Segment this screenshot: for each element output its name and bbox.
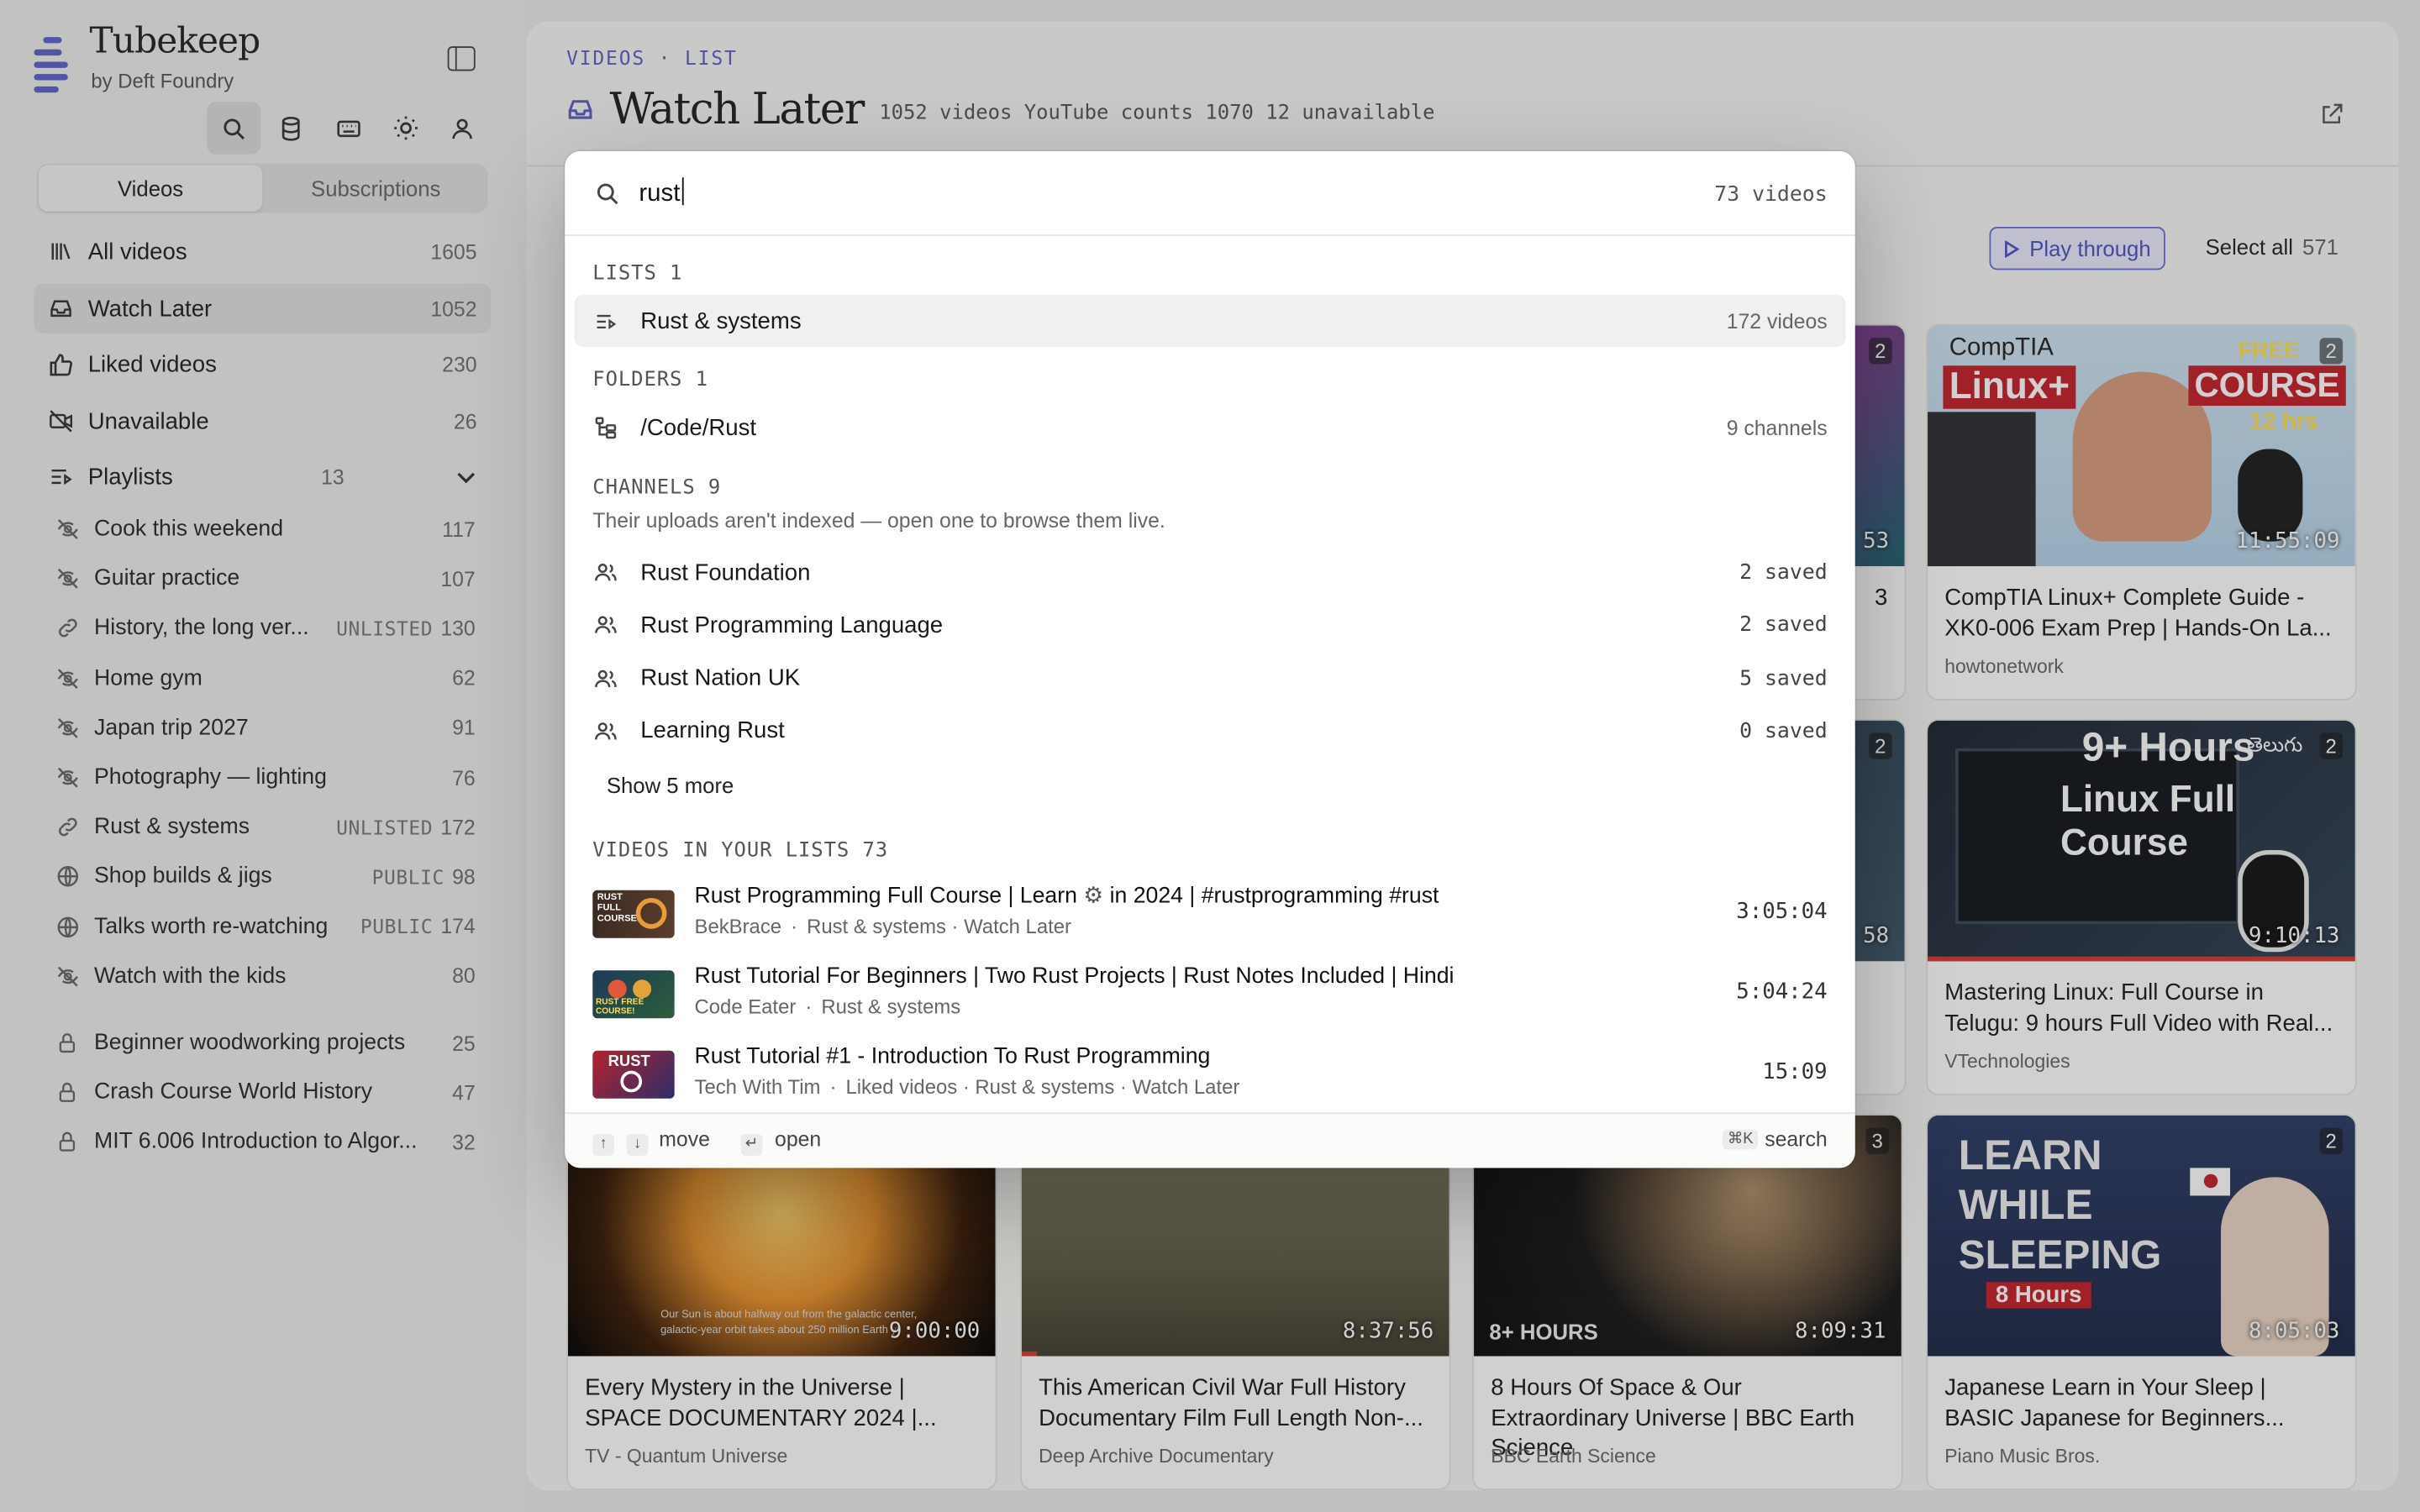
result-count: 73 videos	[1714, 181, 1828, 207]
move-hint: move	[659, 1127, 710, 1152]
channel-name: Rust Nation UK	[640, 664, 801, 692]
arrow-down-key: ↓	[626, 1129, 649, 1155]
channel-name: Rust Foundation	[640, 559, 811, 586]
channel-saved-count: 5 saved	[1739, 665, 1828, 691]
shortcut-key: ⌘K	[1723, 1129, 1759, 1150]
result-video-item[interactable]: RUST FULL COURSE Rust Programming Full Cou…	[592, 884, 1828, 952]
video-thumbnail: RUST	[592, 1050, 675, 1099]
search-input[interactable]: rust	[639, 177, 684, 208]
result-folder-item[interactable]: /Code/Rust 9 channels	[574, 402, 1845, 454]
section-lists: LISTS 1	[592, 262, 683, 286]
result-channel-item[interactable]: Rust Programming Language 2 saved	[574, 599, 1845, 651]
channel-name: Learning Rust	[640, 717, 785, 745]
open-hint: open	[775, 1127, 822, 1152]
users-icon	[592, 613, 620, 638]
channel-saved-count: 2 saved	[1739, 559, 1828, 585]
users-icon	[592, 560, 620, 585]
channel-saved-count: 2 saved	[1739, 612, 1828, 638]
palette-search: rust 73 videos	[565, 151, 1855, 237]
gear-icon: ⚙	[1083, 884, 1104, 909]
section-videos: VIDEOS IN YOUR LISTS 73	[592, 839, 889, 863]
section-channels: CHANNELS 9	[592, 476, 722, 501]
result-video-item[interactable]: RUST FREE COURSE! Rust Tutorial For Begi…	[592, 964, 1828, 1032]
search-icon	[597, 183, 618, 205]
arrow-up-key: ↑	[592, 1129, 615, 1155]
folder-tree-icon	[595, 417, 617, 439]
users-icon	[592, 666, 620, 690]
section-folders: FOLDERS 1	[592, 368, 708, 392]
result-channel-item[interactable]: Rust Foundation 2 saved	[574, 546, 1845, 598]
result-list-item[interactable]: Rust & systems 172 videos	[574, 294, 1846, 348]
result-video-item[interactable]: RUST Rust Tutorial #1 - Introduction To …	[592, 1044, 1828, 1112]
channels-hint: Their uploads aren't indexed — open one …	[592, 509, 1165, 533]
channel-name: Rust Programming Language	[640, 612, 944, 639]
users-icon	[592, 719, 620, 743]
video-thumbnail: RUST FREE COURSE!	[592, 970, 675, 1019]
show-more-button[interactable]: Show 5 more	[607, 773, 734, 797]
channel-saved-count: 0 saved	[1739, 718, 1828, 744]
palette-footer: ↑ ↓ move ↵ open ⌘K search	[565, 1112, 1855, 1168]
search-hint: search	[1765, 1127, 1828, 1152]
command-palette: rust 73 videos LISTS 1 Rust & systems 17…	[565, 150, 1855, 1168]
enter-key: ↵	[740, 1129, 763, 1155]
result-channel-item[interactable]: Rust Nation UK 5 saved	[574, 652, 1845, 704]
result-channel-item[interactable]: Learning Rust 0 saved	[574, 705, 1845, 757]
video-thumbnail: RUST FULL COURSE	[592, 890, 675, 938]
playlist-icon	[597, 313, 617, 329]
